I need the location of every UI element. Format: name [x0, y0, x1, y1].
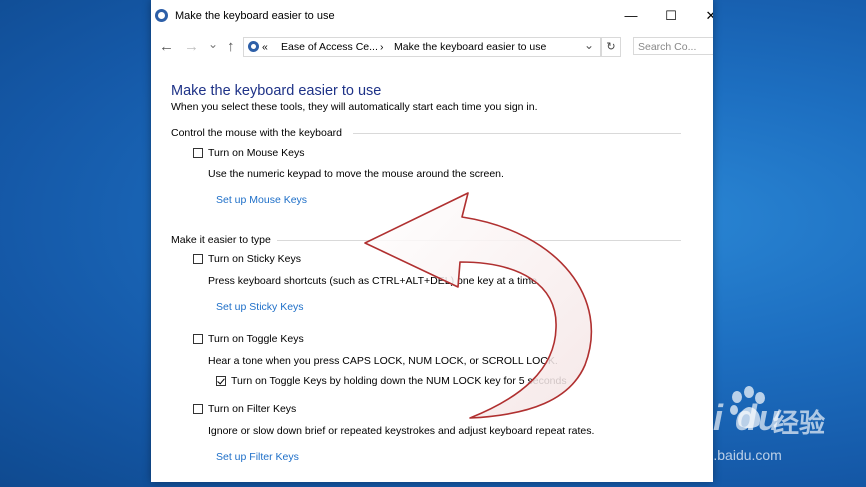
forward-arrow-icon[interactable]: →: [184, 37, 199, 57]
up-arrow-icon[interactable]: ↑: [227, 37, 235, 57]
sticky-keys-option[interactable]: Turn on Sticky Keys: [193, 253, 301, 265]
section-title-mouse: Control the mouse with the keyboard: [171, 127, 343, 139]
breadcrumb-ease-of-access[interactable]: Ease of Access Ce...: [281, 38, 378, 56]
sticky-keys-description: Press keyboard shortcuts (such as CTRL+A…: [208, 275, 540, 287]
filter-keys-option[interactable]: Turn on Filter Keys: [193, 403, 296, 415]
address-dropdown-icon[interactable]: ⌄: [584, 36, 594, 54]
page-title: Make the keyboard easier to use: [171, 83, 382, 99]
window-title: Make the keyboard easier to use: [175, 10, 335, 22]
toggle-keys-hold-option[interactable]: Turn on Toggle Keys by holding down the …: [216, 375, 567, 387]
address-location-icon: [248, 41, 259, 52]
breadcrumb-separator-icon: ›: [380, 41, 384, 53]
section-divider: [353, 133, 681, 134]
baidu-paw-icon: [730, 386, 765, 428]
set-up-filter-keys-link[interactable]: Set up Filter Keys: [216, 451, 299, 463]
mouse-keys-option[interactable]: Turn on Mouse Keys: [193, 147, 305, 159]
address-bar[interactable]: « Ease of Access Ce... › Make the keyboa…: [243, 37, 601, 57]
baidu-watermark: Bai du 经验 jingyan.baidu.com: [665, 385, 860, 480]
control-panel-window: Make the keyboard easier to use — ☐ ✕ ← …: [151, 0, 713, 482]
breadcrumb-current[interactable]: Make the keyboard easier to use: [394, 38, 546, 56]
filter-keys-description: Ignore or slow down brief or repeated ke…: [208, 425, 595, 437]
toggle-keys-checkbox[interactable]: [193, 334, 203, 344]
search-input[interactable]: Search Co...: [633, 37, 713, 55]
toggle-keys-description: Hear a tone when you press CAPS LOCK, NU…: [208, 355, 558, 367]
navigation-bar: ← → ⌄ ↑ « Ease of Access Ce... › Make th…: [151, 34, 713, 60]
back-arrow-icon[interactable]: ←: [159, 37, 174, 57]
section-title-typing: Make it easier to type: [171, 234, 271, 246]
close-button[interactable]: ✕: [701, 6, 713, 26]
mouse-keys-description: Use the numeric keypad to move the mouse…: [208, 168, 504, 180]
address-overflow-chevron[interactable]: «: [262, 38, 268, 56]
toggle-keys-hold-checkbox[interactable]: [216, 376, 226, 386]
mouse-keys-checkbox[interactable]: [193, 148, 203, 158]
page-subtitle: When you select these tools, they will a…: [171, 101, 538, 113]
refresh-button[interactable]: ↻: [601, 37, 621, 57]
mouse-keys-label[interactable]: Turn on Mouse Keys: [208, 147, 305, 159]
toggle-keys-option[interactable]: Turn on Toggle Keys: [193, 333, 304, 345]
watermark-url: jingyan.baidu.com: [669, 447, 782, 463]
set-up-mouse-keys-link[interactable]: Set up Mouse Keys: [216, 194, 307, 206]
toggle-keys-label[interactable]: Turn on Toggle Keys: [208, 333, 304, 345]
set-up-sticky-keys-link[interactable]: Set up Sticky Keys: [216, 301, 304, 313]
sticky-keys-checkbox[interactable]: [193, 254, 203, 264]
minimize-button[interactable]: —: [621, 6, 641, 26]
filter-keys-checkbox[interactable]: [193, 404, 203, 414]
watermark-brand-text: 经验: [773, 408, 826, 438]
section-divider: [277, 240, 681, 241]
maximize-button[interactable]: ☐: [661, 6, 681, 26]
title-bar: Make the keyboard easier to use — ☐ ✕: [151, 0, 713, 32]
filter-keys-label[interactable]: Turn on Filter Keys: [208, 403, 296, 415]
toggle-keys-hold-label[interactable]: Turn on Toggle Keys by holding down the …: [231, 375, 567, 387]
recent-locations-icon[interactable]: ⌄: [208, 34, 218, 54]
sticky-keys-label[interactable]: Turn on Sticky Keys: [208, 253, 301, 265]
ease-of-access-icon: [155, 9, 168, 22]
